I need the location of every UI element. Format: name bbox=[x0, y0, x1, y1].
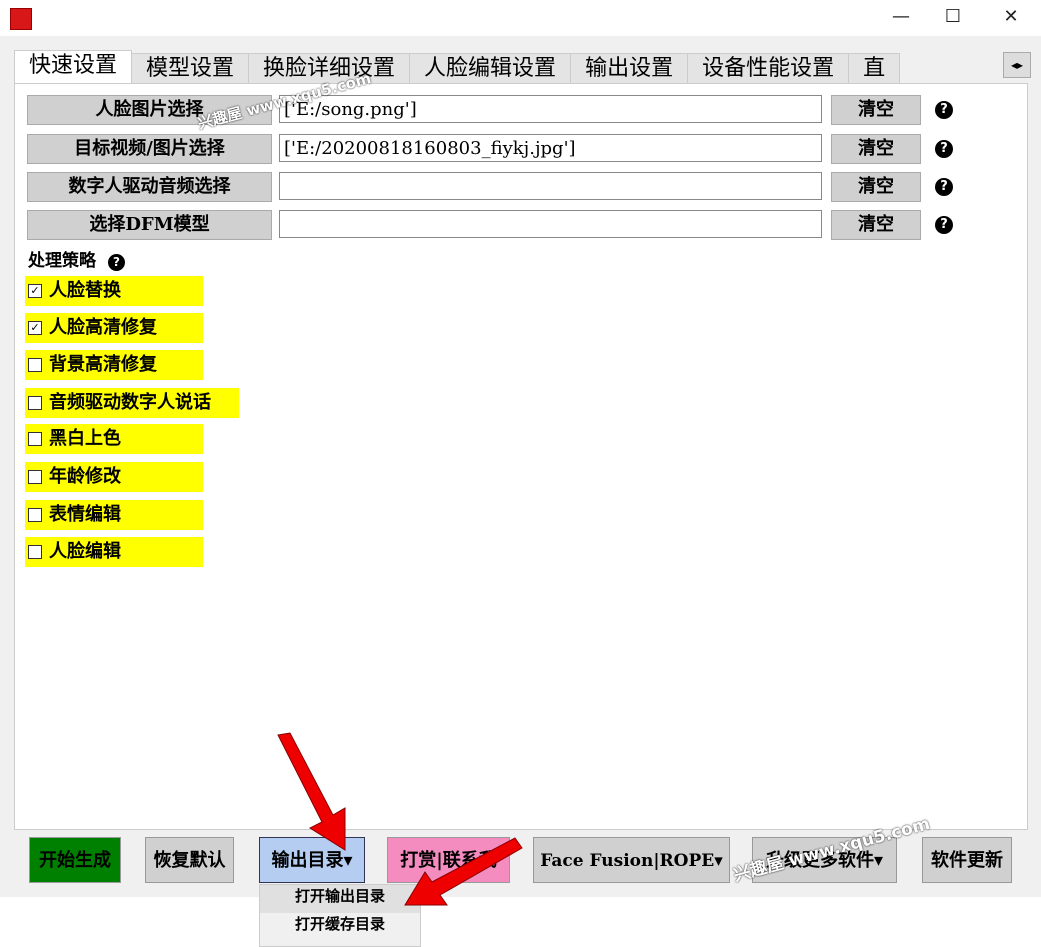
annotation-arrows bbox=[277, 732, 523, 906]
arrow-icon bbox=[277, 732, 346, 851]
arrow-icon bbox=[404, 837, 523, 906]
